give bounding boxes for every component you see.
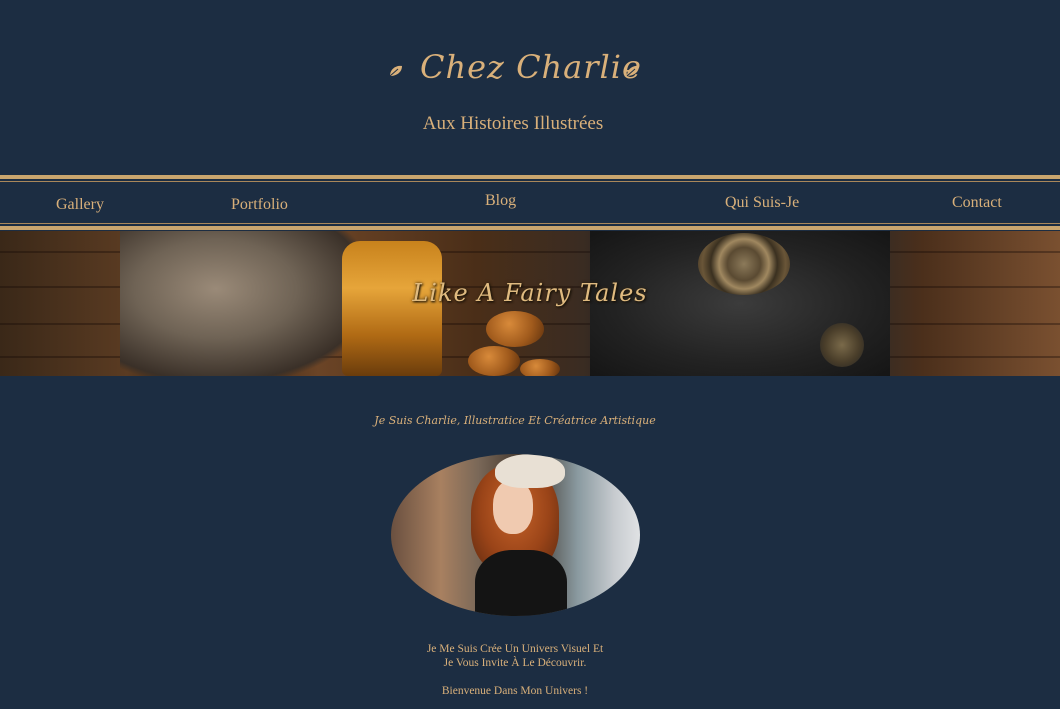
nav-item-contact[interactable]: Contact [952, 194, 1002, 212]
leaf-icon [626, 65, 639, 77]
banner-tagline: Like A Fairy Tales [412, 279, 648, 307]
brand-header: Chez Charlie [0, 44, 1060, 104]
page: Chez Charlie Aux Histoires Illustrées Ga… [0, 0, 1060, 709]
banner-driftwood [120, 231, 360, 376]
welcome-text: Je Me Suis Crée Un Univers Visuel Et Je … [380, 642, 650, 670]
site-subtitle: Aux Histoires Illustrées [422, 113, 604, 134]
banner-acorn [520, 359, 560, 376]
leaf-icon [389, 65, 402, 77]
intro-heading: Je Suis Charlie, Illustratice Et Créatri… [374, 414, 656, 427]
welcome-line: Je Vous Invite À Le Découvrir. [443, 657, 587, 669]
banner-rosette [698, 233, 790, 295]
banner-bottle [342, 241, 442, 376]
banner-acorn [486, 311, 544, 347]
portrait-face [493, 480, 533, 534]
nav-divider [0, 223, 1060, 224]
nav-border-top [0, 175, 1060, 179]
portrait-beret [495, 454, 565, 488]
welcome-footer: Bienvenue Dans Mon Univers ! [441, 685, 589, 697]
nav-item-blog[interactable]: Blog [485, 192, 516, 210]
nav-border-bottom [0, 226, 1060, 230]
welcome-line: Je Me Suis Crée Un Univers Visuel Et [426, 643, 604, 655]
banner-lion-knocker [820, 323, 864, 367]
portrait-body [475, 550, 567, 616]
nav-item-portfolio[interactable]: Portfolio [231, 196, 288, 214]
banner-acorn [468, 346, 520, 376]
profile-photo [391, 454, 640, 616]
hero-banner: Like A Fairy Tales [0, 231, 1060, 376]
nav-item-gallery[interactable]: Gallery [56, 196, 104, 214]
nav-divider [0, 181, 1060, 182]
nav-item-about[interactable]: Qui Suis-Je [725, 194, 799, 212]
site-title[interactable]: Chez Charlie [420, 48, 641, 86]
